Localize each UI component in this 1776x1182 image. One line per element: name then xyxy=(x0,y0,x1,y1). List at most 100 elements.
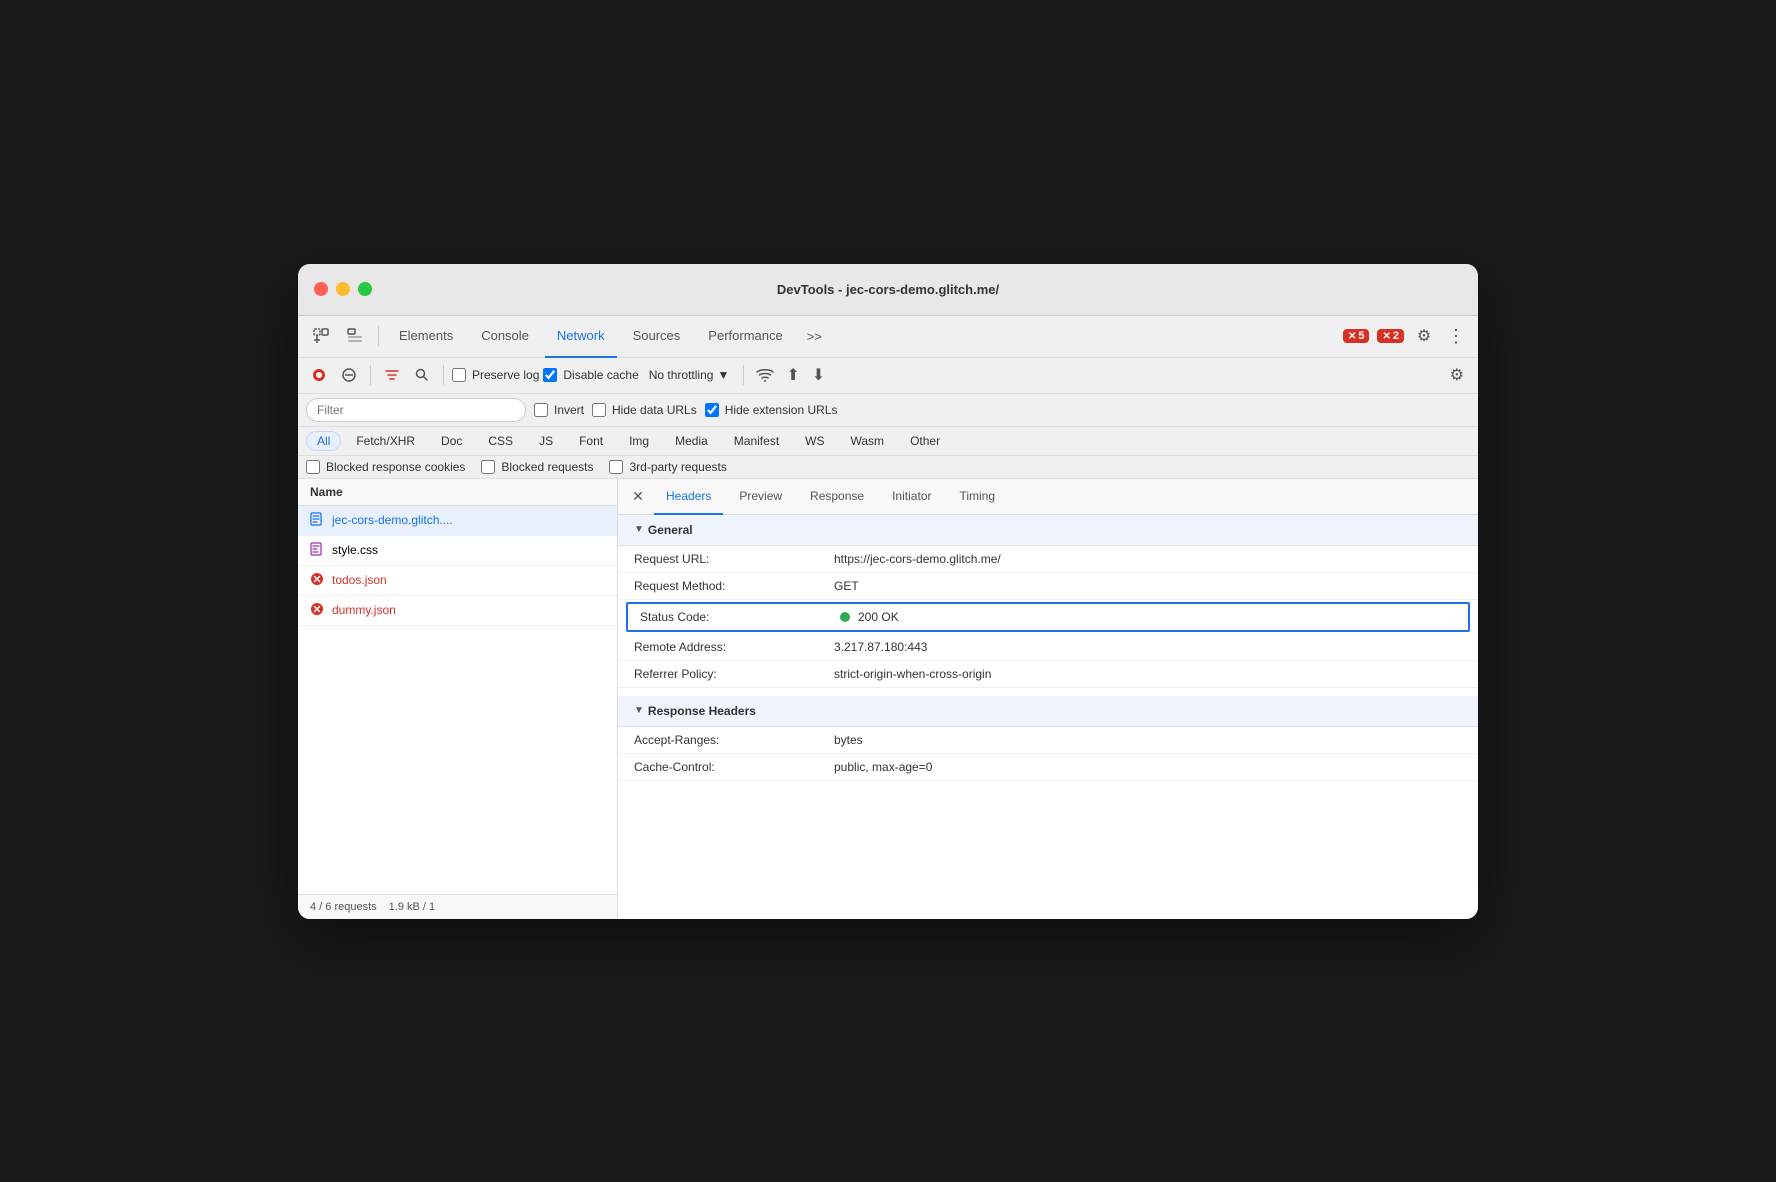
detail-tab-timing[interactable]: Timing xyxy=(947,479,1007,515)
file-item-3[interactable]: todos.json xyxy=(298,566,617,596)
filter-row: Invert Hide data URLs Hide extension URL… xyxy=(298,394,1478,427)
file-list-footer: 4 / 6 requests 1.9 kB / 1 xyxy=(298,894,617,919)
throttle-dropdown[interactable]: No throttling ▼ xyxy=(643,366,736,384)
close-button[interactable] xyxy=(314,282,328,296)
filter-input[interactable] xyxy=(306,398,526,422)
hide-extension-urls-label[interactable]: Hide extension URLs xyxy=(705,403,838,417)
response-headers-section-header[interactable]: ▼ Response Headers xyxy=(618,696,1478,727)
type-filters-bar: All Fetch/XHR Doc CSS JS Font Img Media … xyxy=(298,427,1478,456)
type-btn-img[interactable]: Img xyxy=(618,431,660,451)
type-btn-media[interactable]: Media xyxy=(664,431,719,451)
file-name-2: style.css xyxy=(332,543,378,557)
tab-separator-1 xyxy=(378,326,379,346)
record-button[interactable] xyxy=(306,362,332,388)
file-name-3: todos.json xyxy=(332,573,387,587)
header-row-remote-address: Remote Address: 3.217.87.180:443 xyxy=(618,634,1478,661)
type-btn-js[interactable]: JS xyxy=(528,431,564,451)
status-dot-green xyxy=(840,612,850,622)
file-item-4[interactable]: dummy.json xyxy=(298,596,617,626)
file-css-icon xyxy=(310,542,324,559)
type-btn-font[interactable]: Font xyxy=(568,431,614,451)
hide-data-urls-checkbox[interactable] xyxy=(592,403,606,417)
disable-cache-checkbox[interactable] xyxy=(543,368,557,382)
network-toolbar: Preserve log Disable cache No throttling… xyxy=(298,358,1478,394)
general-section-header[interactable]: ▼ General xyxy=(618,515,1478,546)
title-bar: DevTools - jec-cors-demo.glitch.me/ xyxy=(298,264,1478,316)
search-icon[interactable] xyxy=(409,362,435,388)
header-row-accept-ranges: Accept-Ranges: bytes xyxy=(618,727,1478,754)
tab-more-button[interactable]: >> xyxy=(799,325,830,348)
devtools-window: DevTools - jec-cors-demo.glitch.me/ Elem… xyxy=(298,264,1478,919)
header-row-cache-control: Cache-Control: public, max-age=0 xyxy=(618,754,1478,781)
settings-gear-icon[interactable]: ⚙ xyxy=(1410,322,1438,350)
general-triangle-icon: ▼ xyxy=(634,524,644,535)
file-item-2[interactable]: style.css xyxy=(298,536,617,566)
type-btn-manifest[interactable]: Manifest xyxy=(723,431,790,451)
type-btn-wasm[interactable]: Wasm xyxy=(840,431,896,451)
detail-tab-preview[interactable]: Preview xyxy=(727,479,794,515)
tab-performance[interactable]: Performance xyxy=(696,316,794,358)
network-settings-icon[interactable]: ⚙ xyxy=(1444,365,1470,385)
third-party-requests-label[interactable]: 3rd-party requests xyxy=(609,460,726,474)
file-item-1[interactable]: jec-cors-demo.glitch.... xyxy=(298,506,617,536)
type-btn-doc[interactable]: Doc xyxy=(430,431,473,451)
tab-elements[interactable]: Elements xyxy=(387,316,465,358)
type-btn-other[interactable]: Other xyxy=(899,431,951,451)
toolbar-divider-2 xyxy=(443,365,444,385)
minimize-button[interactable] xyxy=(336,282,350,296)
file-error-icon-2 xyxy=(310,602,324,619)
blocked-requests-checkbox[interactable] xyxy=(481,460,495,474)
blocked-row: Blocked response cookies Blocked request… xyxy=(298,456,1478,479)
file-list: Name jec-cors-demo.glitch.... xyxy=(298,479,618,919)
hide-data-urls-label[interactable]: Hide data URLs xyxy=(592,403,697,417)
request-count: 4 / 6 requests xyxy=(310,901,377,913)
pointer-icon[interactable] xyxy=(306,321,336,351)
file-name-1: jec-cors-demo.glitch.... xyxy=(332,513,453,527)
preserve-log-checkbox[interactable] xyxy=(452,368,466,382)
invert-label[interactable]: Invert xyxy=(534,403,584,417)
inspect-icon[interactable] xyxy=(340,321,370,351)
detail-tab-response[interactable]: Response xyxy=(798,479,876,515)
blocked-response-cookies-label[interactable]: Blocked response cookies xyxy=(306,460,465,474)
blocked-requests-label[interactable]: Blocked requests xyxy=(481,460,593,474)
headers-content: ▼ General Request URL: https://jec-cors-… xyxy=(618,515,1478,919)
detail-tab-initiator[interactable]: Initiator xyxy=(880,479,943,515)
more-options-icon[interactable]: ⋮ xyxy=(1442,322,1470,350)
filter-icon[interactable] xyxy=(379,362,405,388)
preserve-log-label[interactable]: Preserve log xyxy=(452,368,539,382)
main-content: Name jec-cors-demo.glitch.... xyxy=(298,479,1478,919)
type-btn-ws[interactable]: WS xyxy=(794,431,835,451)
third-party-requests-checkbox[interactable] xyxy=(609,460,623,474)
hide-extension-urls-checkbox[interactable] xyxy=(705,403,719,417)
file-list-header: Name xyxy=(298,479,617,506)
type-btn-fetch-xhr[interactable]: Fetch/XHR xyxy=(345,431,426,451)
file-name-4: dummy.json xyxy=(332,603,396,617)
transfer-size: 1.9 kB / 1 xyxy=(389,901,435,913)
clear-button[interactable] xyxy=(336,362,362,388)
upload-icon[interactable]: ⬆ xyxy=(782,365,803,385)
invert-checkbox[interactable] xyxy=(534,403,548,417)
tab-sources[interactable]: Sources xyxy=(621,316,693,358)
window-title: DevTools - jec-cors-demo.glitch.me/ xyxy=(777,282,999,297)
detail-tab-headers[interactable]: Headers xyxy=(654,479,723,515)
detail-close-icon[interactable]: ✕ xyxy=(626,484,650,508)
tab-console[interactable]: Console xyxy=(469,316,541,358)
wifi-icon[interactable] xyxy=(752,362,778,388)
file-doc-icon xyxy=(310,512,324,529)
tab-network[interactable]: Network xyxy=(545,316,617,358)
detail-tabs-bar: ✕ Headers Preview Response Initiator Tim… xyxy=(618,479,1478,515)
download-icon[interactable]: ⬇ xyxy=(808,365,829,385)
error-badge-1: ✕ 5 xyxy=(1343,329,1370,343)
type-btn-all[interactable]: All xyxy=(306,431,341,451)
disable-cache-label[interactable]: Disable cache xyxy=(543,368,638,382)
file-error-icon-1 xyxy=(310,572,324,589)
header-row-status-code: Status Code: 200 OK xyxy=(626,602,1470,632)
toolbar-divider-3 xyxy=(743,365,744,385)
response-headers-triangle-icon: ▼ xyxy=(634,705,644,716)
detail-panel: ✕ Headers Preview Response Initiator Tim… xyxy=(618,479,1478,919)
error-badge-2: ✕ 2 xyxy=(1377,329,1404,343)
header-row-request-method: Request Method: GET xyxy=(618,573,1478,600)
type-btn-css[interactable]: CSS xyxy=(477,431,524,451)
blocked-response-cookies-checkbox[interactable] xyxy=(306,460,320,474)
maximize-button[interactable] xyxy=(358,282,372,296)
